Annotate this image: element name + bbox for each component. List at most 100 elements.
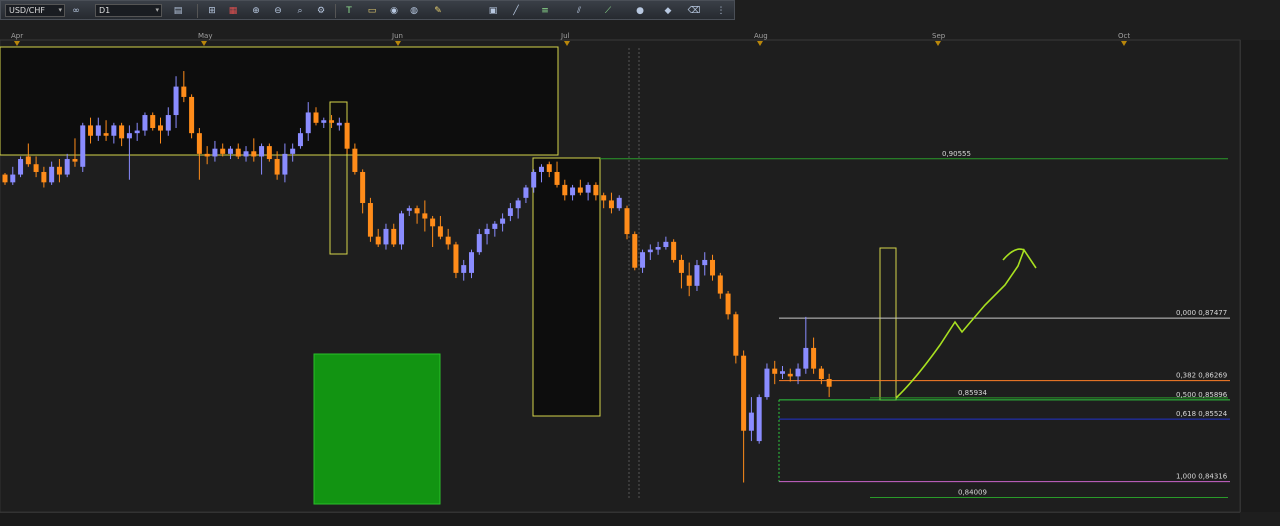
month-marker	[757, 41, 763, 46]
candle-body	[585, 184, 591, 193]
zoom-out-icon[interactable]: ⊖	[271, 4, 285, 18]
crosshair-icon[interactable]: ⊞	[205, 4, 219, 18]
candle-body	[33, 164, 39, 172]
fib-level-label: 0,000 0,87477	[1176, 309, 1227, 317]
candle-body	[18, 159, 24, 175]
candle-body	[375, 236, 381, 245]
candle-body	[414, 208, 420, 214]
fibonacci-icon[interactable]: ≡	[538, 4, 552, 18]
candle-body	[399, 213, 405, 245]
candle-body	[601, 195, 607, 201]
candle-body	[305, 112, 311, 134]
candle-body	[608, 200, 614, 209]
candle-body	[430, 218, 436, 227]
month-marker	[14, 41, 20, 46]
candle-body	[756, 397, 762, 442]
candle-body	[259, 146, 265, 157]
chart-type-icon[interactable]: ▤	[171, 4, 185, 18]
candle-body	[655, 247, 661, 250]
candle-body	[181, 86, 187, 97]
candle-body	[616, 197, 622, 209]
candle-body	[204, 153, 210, 157]
candle-body	[647, 249, 653, 253]
more-icon[interactable]: ⋮	[714, 4, 728, 18]
candle-body	[678, 259, 684, 273]
pencil-icon[interactable]: ✎	[431, 4, 445, 18]
grid-icon[interactable]: ▦	[226, 4, 240, 18]
shape-icon[interactable]: ●	[633, 4, 647, 18]
candlestick-chart[interactable]: AprMayJunJulAugSepOct28.03.202416.0424.0…	[0, 0, 1280, 525]
candle-body	[274, 159, 280, 175]
candle-body	[640, 252, 646, 268]
eraser-icon[interactable]: ⌫	[687, 4, 701, 18]
link-icon[interactable]: ∞	[69, 4, 83, 18]
palette-icon[interactable]: ◉	[387, 4, 401, 18]
zoom-in-icon[interactable]: ⊕	[249, 4, 263, 18]
candle-body	[593, 184, 599, 196]
timeframe-label: D1	[99, 6, 111, 15]
candle-body	[88, 125, 94, 136]
plot-area	[0, 39, 1241, 513]
candle-body	[189, 96, 195, 134]
order-block-box	[532, 157, 601, 417]
candle-body	[469, 252, 474, 273]
settings-icon[interactable]: ⚙	[314, 4, 328, 18]
candle-body	[453, 244, 459, 273]
candle-body	[134, 130, 140, 134]
magnifier-icon[interactable]: ⌕	[293, 4, 307, 18]
candle-body	[41, 171, 47, 183]
candle-body	[227, 148, 233, 154]
month-marker	[201, 41, 207, 46]
candle-body	[811, 347, 817, 369]
chart-toolbar: USD/CHF ▾ ∞ D1 ▾ ▤ ⊞ ▦ ⊕ ⊖ ⌕ ⚙ T ▭ ◉ ◍ ✎ ▣…	[0, 0, 735, 20]
candle-body	[624, 208, 630, 235]
candle-body	[702, 259, 708, 266]
candle-body	[119, 125, 125, 139]
candle-body	[492, 223, 498, 229]
month-marker	[395, 41, 401, 46]
globe-icon[interactable]: ◍	[407, 4, 421, 18]
symbol-select[interactable]: USD/CHF ▾	[5, 4, 65, 17]
candle-body	[282, 153, 288, 175]
hline-label: 0,85934	[958, 389, 987, 397]
candle-body	[717, 275, 723, 294]
candle-body	[671, 241, 677, 260]
candle-body	[142, 115, 148, 131]
candle-body	[220, 148, 226, 154]
note-icon[interactable]: ▭	[365, 4, 379, 18]
date-axis[interactable]	[0, 512, 1240, 526]
symbol-label: USD/CHF	[9, 6, 45, 15]
text-tool-icon[interactable]: T	[342, 4, 356, 18]
fib-level-label: 1,000 0,84316	[1176, 473, 1228, 481]
candle-body	[80, 125, 86, 167]
candle-body	[212, 148, 218, 157]
candle-body	[297, 133, 303, 147]
candle-body	[111, 125, 117, 136]
candle-body	[49, 166, 55, 183]
month-marker	[935, 41, 941, 46]
timeframe-select[interactable]: D1 ▾	[95, 4, 162, 17]
candle-body	[360, 171, 366, 204]
candle-body	[367, 203, 373, 237]
candle-body	[344, 122, 350, 149]
channel-icon[interactable]: ⟋	[601, 4, 615, 18]
candle-body	[531, 171, 537, 188]
window-icon[interactable]: ▣	[486, 4, 500, 18]
candle-body	[546, 164, 552, 172]
toolbar-divider	[197, 4, 198, 18]
trend-icon[interactable]: ⫽	[572, 4, 586, 18]
candle-body	[826, 378, 832, 387]
fib-level-label: 0,500 0,85896	[1176, 391, 1228, 399]
price-scale[interactable]	[1240, 40, 1280, 512]
candle-body	[484, 228, 490, 235]
candle-body	[795, 368, 801, 377]
candle-body	[772, 368, 778, 374]
candle-body	[173, 86, 179, 116]
candle-body	[632, 234, 638, 268]
candle-body	[686, 275, 692, 286]
triangle-icon[interactable]: ◆	[661, 4, 675, 18]
candle-body	[500, 218, 506, 224]
line-tool-icon[interactable]: ╱	[509, 4, 523, 18]
candle-body	[383, 228, 389, 245]
candle-body	[562, 184, 568, 196]
